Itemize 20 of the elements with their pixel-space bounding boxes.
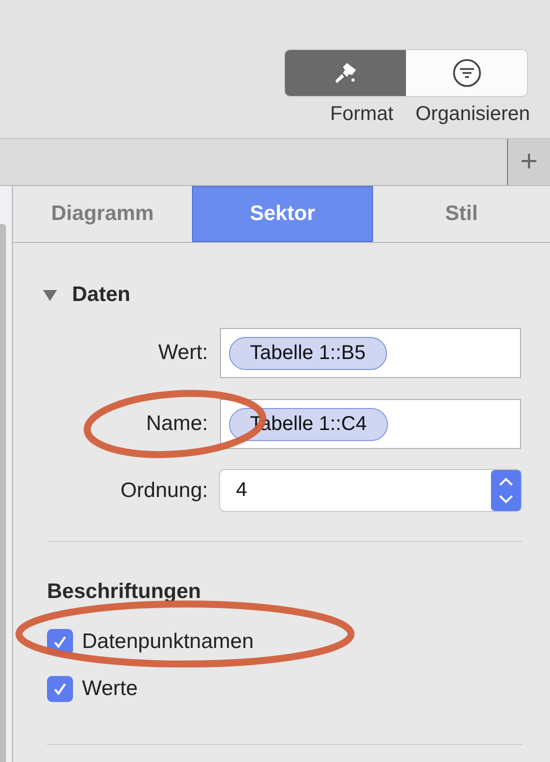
field-label: Name: (146, 412, 208, 436)
checkbox-label: Werte (82, 676, 138, 700)
input-field[interactable]: Tabelle 1::B5 (220, 328, 521, 378)
add-button[interactable]: + (507, 139, 550, 185)
section-title: Daten (72, 283, 130, 307)
filter-icon (452, 58, 482, 88)
checkbox-label: Datenpunktnamen (82, 630, 254, 654)
field-label: Wert: (158, 341, 208, 365)
reference-token[interactable]: Tabelle 1::B5 (229, 336, 387, 370)
brush-icon (332, 60, 358, 86)
number-field[interactable]: 4 (220, 470, 521, 511)
field-label: Ordnung: (120, 478, 208, 502)
brush-button[interactable] (285, 50, 406, 96)
toolbar-label: Format (330, 103, 394, 126)
stepper-icon[interactable] (491, 470, 521, 511)
toolbar-label: Organisieren (415, 103, 530, 126)
disclosure-triangle-icon[interactable] (42, 288, 58, 302)
filter-button[interactable] (406, 50, 527, 96)
section-title: Beschriftungen (47, 580, 202, 604)
checkbox[interactable] (47, 676, 73, 702)
